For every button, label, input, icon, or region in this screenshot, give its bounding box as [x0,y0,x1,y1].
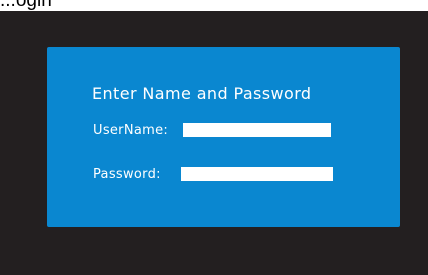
login-dialog: Enter Name and Password UserName: Passwo… [47,47,400,227]
page-heading: ...ogin [0,0,52,11]
dialog-title: Enter Name and Password [92,84,312,103]
login-screen: Enter Name and Password UserName: Passwo… [0,11,428,275]
password-label: Password: [93,167,161,182]
page: ...ogin Enter Name and Password UserName… [0,0,428,275]
username-input[interactable] [183,123,331,137]
username-label: UserName: [93,123,169,138]
password-input[interactable] [181,167,333,181]
